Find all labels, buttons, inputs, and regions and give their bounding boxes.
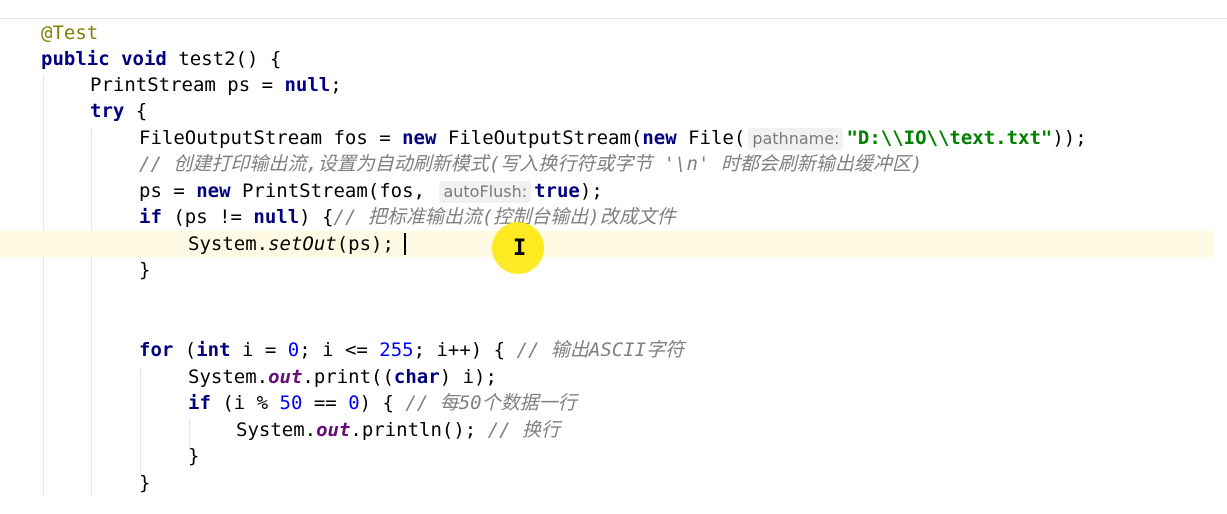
code-text: == bbox=[302, 392, 349, 414]
code-line-comment[interactable]: // 创建打印输出流,设置为自动刷新模式(写入换行符或字节 '\n' 时都会刷新… bbox=[0, 151, 1213, 177]
code-text: ; i++) { bbox=[413, 339, 517, 361]
parameter-hint-autoflush: autoFlush: bbox=[439, 181, 532, 203]
parameter-hint-pathname: pathname: bbox=[748, 128, 844, 150]
brace: } bbox=[139, 472, 151, 494]
keyword-if: if bbox=[139, 206, 162, 228]
keyword-new: new bbox=[642, 127, 677, 149]
keyword-if: if bbox=[188, 392, 211, 414]
code-text: File( bbox=[676, 127, 746, 149]
code-line-for[interactable]: for (int i = 0; i <= 255; i++) { // 输出AS… bbox=[0, 337, 1213, 363]
string-literal: "D:\\IO\\text.txt" bbox=[846, 127, 1053, 149]
code-text: (ps); bbox=[336, 233, 394, 255]
annotation-token: @Test bbox=[41, 22, 99, 44]
code-text: FileOutputStream( bbox=[436, 127, 643, 149]
code-line-print-char[interactable]: System.out.print((char) i); bbox=[0, 364, 1213, 390]
code-text: ( bbox=[173, 339, 197, 361]
code-text: ) { bbox=[359, 392, 406, 414]
keyword-null: null bbox=[253, 206, 300, 228]
static-field-out: out bbox=[268, 366, 303, 388]
code-editor[interactable]: @Test public void test2() { PrintStream … bbox=[0, 0, 1227, 514]
code-line-close-if-mod[interactable]: } bbox=[0, 443, 1213, 469]
keyword-for: for bbox=[139, 339, 174, 361]
code-line-ps-assign[interactable]: ps = new PrintStream(fos, autoFlush: true… bbox=[0, 178, 1213, 204]
code-text: PrintStream(fos, bbox=[230, 180, 437, 202]
keyword-try: try bbox=[90, 100, 125, 122]
code-text: i = bbox=[230, 339, 288, 361]
number-literal: 50 bbox=[279, 392, 303, 414]
code-text: .println(); bbox=[350, 419, 488, 441]
keyword-char: char bbox=[393, 366, 440, 388]
code-text: System. bbox=[188, 366, 269, 388]
code-text: ; i <= bbox=[299, 339, 380, 361]
code-text: ps = bbox=[139, 180, 197, 202]
code-line-if-mod[interactable]: if (i % 50 == 0) { // 每50个数据一行 bbox=[0, 390, 1213, 416]
code-text: ) i); bbox=[439, 366, 497, 388]
code-line-close-for[interactable]: } bbox=[0, 470, 1213, 496]
code-line-try[interactable]: try { bbox=[0, 98, 1213, 124]
comment: // 每50个数据一行 bbox=[405, 392, 577, 414]
code-text: .print(( bbox=[302, 366, 394, 388]
static-field-out: out bbox=[316, 419, 351, 441]
keyword-public: public bbox=[41, 48, 110, 70]
keyword-true: true bbox=[534, 180, 580, 202]
keyword-void: void bbox=[121, 48, 167, 70]
code-line-close-if[interactable]: } bbox=[0, 257, 1213, 283]
code-line-annotation[interactable]: @Test bbox=[0, 20, 1213, 46]
number-literal: 0 bbox=[348, 392, 360, 414]
keyword-int: int bbox=[196, 339, 231, 361]
vertical-scrollbar[interactable] bbox=[1213, 19, 1227, 514]
code-text: PrintStream ps = bbox=[90, 74, 285, 96]
code-line-fos-decl[interactable]: FileOutputStream fos = new FileOutputStr… bbox=[0, 125, 1213, 151]
brace: } bbox=[139, 259, 151, 281]
code-text: )); bbox=[1052, 127, 1087, 149]
number-literal: 0 bbox=[287, 339, 300, 361]
keyword-null: null bbox=[284, 74, 331, 96]
code-text: System. bbox=[236, 419, 317, 441]
code-text: ); bbox=[579, 180, 603, 202]
code-line-ps-decl[interactable]: PrintStream ps = null; bbox=[0, 72, 1213, 98]
number-literal: 255 bbox=[379, 339, 414, 361]
brace: } bbox=[188, 445, 200, 467]
keyword-new: new bbox=[402, 127, 437, 149]
code-line-method-signature[interactable]: public void test2() { bbox=[0, 46, 1213, 72]
code-text: ) { bbox=[299, 206, 334, 228]
comment: // 换行 bbox=[487, 419, 561, 441]
code-text: (ps != bbox=[161, 206, 254, 228]
editor-top-bar bbox=[0, 0, 1227, 19]
code-line-if-ps[interactable]: if (ps != null) {// 把标准输出流(控制台输出)改成文件 bbox=[0, 204, 1213, 230]
method-name: test2() { bbox=[178, 48, 282, 70]
code-text: FileOutputStream fos = bbox=[139, 127, 403, 149]
code-text: { bbox=[124, 100, 148, 122]
comment: // 创建打印输出流,设置为自动刷新模式(写入换行符或字节 '\n' 时都会刷新… bbox=[139, 153, 923, 175]
code-text: System. bbox=[188, 233, 269, 255]
code-text: ; bbox=[330, 74, 342, 96]
code-line-setout-current[interactable]: System.setOut(ps); bbox=[0, 231, 1213, 257]
keyword-new: new bbox=[196, 180, 231, 202]
static-method-setout: setOut bbox=[268, 233, 337, 255]
text-caret bbox=[404, 233, 406, 255]
code-line-println[interactable]: System.out.println(); // 换行 bbox=[0, 417, 1213, 443]
ibeam-cursor-icon: I bbox=[513, 236, 527, 261]
code-text: (i % bbox=[210, 392, 280, 414]
comment: // 输出ASCII字符 bbox=[516, 339, 685, 361]
